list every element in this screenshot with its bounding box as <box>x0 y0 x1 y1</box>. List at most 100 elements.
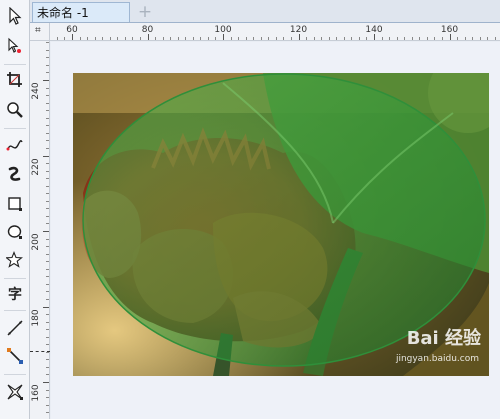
ruler-tick <box>46 110 49 112</box>
ruler-tick <box>46 314 49 316</box>
ruler-tick <box>46 404 49 406</box>
artistic-media-icon[interactable] <box>3 162 27 186</box>
ruler-tick <box>464 37 466 40</box>
ruler-tick <box>46 178 49 180</box>
ruler-tick <box>313 37 315 40</box>
ruler-tick <box>46 147 49 149</box>
ruler-tick <box>46 57 49 59</box>
horizontal-ruler-label: 60 <box>66 25 78 35</box>
ruler-tick <box>46 359 49 361</box>
ruler-tick <box>94 37 96 40</box>
ruler-tick <box>321 37 323 40</box>
vertical-ruler-label: 160 <box>31 384 41 402</box>
ruler-tick <box>46 336 49 338</box>
horizontal-ruler-label: 100 <box>214 25 232 35</box>
ruler-tick <box>46 253 49 255</box>
ruler-tick <box>46 261 49 263</box>
plus-icon[interactable]: + <box>136 2 154 22</box>
ruler-tick <box>64 37 66 40</box>
ruler-tick <box>117 37 119 40</box>
ruler-tick <box>192 37 194 40</box>
ruler-tick <box>46 238 49 240</box>
lotus-photo[interactable]: Bai 经验 jingyan.baidu.com <box>73 73 489 376</box>
shape-tool-icon[interactable] <box>3 34 27 58</box>
pick-tool-icon[interactable] <box>3 4 27 28</box>
ruler-tick <box>56 37 58 40</box>
ruler-tick <box>46 223 49 225</box>
ruler-tick <box>200 37 202 40</box>
ruler-tick <box>109 37 111 40</box>
ruler-tick <box>207 37 209 40</box>
ruler-tick <box>46 140 49 142</box>
ruler-tick <box>46 125 49 127</box>
dimension-tool-icon[interactable] <box>3 316 27 340</box>
ruler-tick <box>290 37 292 40</box>
ruler-tick <box>46 185 49 187</box>
ruler-tick <box>46 64 49 66</box>
ellipse-tool-icon[interactable] <box>3 220 27 244</box>
ruler-tick <box>43 155 49 157</box>
polygon-tool-icon[interactable] <box>3 248 27 272</box>
ruler-tick <box>43 80 49 81</box>
ruler-origin-icon[interactable]: ⌗ <box>30 23 50 41</box>
crop-tool-icon[interactable] <box>3 68 27 92</box>
rectangle-tool-icon[interactable] <box>3 192 27 216</box>
ruler-tick <box>404 37 406 40</box>
ruler-tick <box>46 412 49 414</box>
horizontal-ruler-label: 160 <box>440 25 459 35</box>
zoom-tool-icon[interactable] <box>3 98 27 122</box>
ruler-tick <box>46 344 49 346</box>
ruler-tick <box>472 37 474 40</box>
ruler-tick <box>479 37 481 40</box>
ruler-tick <box>336 37 338 40</box>
ruler-tick <box>124 37 126 40</box>
ruler-tick <box>46 276 49 278</box>
ruler-tick <box>283 37 285 40</box>
interactive-effect-icon[interactable] <box>3 380 27 404</box>
ruler-tick <box>389 37 391 40</box>
ruler-tick <box>487 37 489 40</box>
freehand-tool-icon[interactable] <box>3 134 27 158</box>
ruler-tick <box>46 193 49 195</box>
ruler-tick <box>46 374 49 376</box>
ruler-tick <box>46 268 49 270</box>
ruler-tick <box>396 37 398 40</box>
text-tool-icon[interactable]: 字 <box>3 282 27 306</box>
horizontal-ruler-label: 80 <box>141 25 154 35</box>
vertical-ruler[interactable]: 240 220 200 180 160 <box>30 41 50 419</box>
green-ellipse[interactable] <box>82 73 486 367</box>
ruler-tick <box>46 246 49 248</box>
watermark-brand: Bai 经验 <box>406 328 481 349</box>
horizontal-ruler-label: 140 <box>365 25 383 35</box>
ruler-tick <box>275 37 277 40</box>
ruler-tick <box>245 37 247 40</box>
ruler-tick <box>238 37 240 40</box>
ruler-tick <box>46 389 49 391</box>
ruler-tick <box>46 87 49 89</box>
ruler-tick <box>441 37 443 40</box>
ruler-tick <box>494 37 496 40</box>
ruler-tick <box>260 37 262 40</box>
ruler-tick <box>132 37 134 40</box>
toolbox: 字 <box>0 0 30 419</box>
ruler-tick <box>46 397 49 399</box>
ruler-tick <box>46 321 49 323</box>
connector-tool-icon[interactable] <box>3 344 27 368</box>
ruler-tick <box>215 37 217 40</box>
document-tab[interactable]: 未命名 -1 <box>32 2 130 22</box>
text-tool-label: 字 <box>8 287 22 303</box>
ruler-tick <box>79 37 81 40</box>
ruler-tick <box>46 366 49 368</box>
document-tab-title: 未命名 -1 <box>37 6 89 20</box>
ruler-tick <box>46 102 49 104</box>
ruler-tick <box>46 329 49 331</box>
ruler-tick <box>170 37 172 40</box>
guide-marker <box>30 351 50 352</box>
ruler-tick <box>87 37 89 40</box>
drawing-canvas[interactable]: Bai 经验 jingyan.baidu.com <box>51 42 500 419</box>
horizontal-ruler[interactable]: 60 80 100 120 140 160 <box>50 23 500 41</box>
ruler-tick <box>426 37 428 40</box>
ruler-tick <box>139 37 141 40</box>
ruler-tick <box>46 72 49 74</box>
ruler-tick <box>46 200 49 202</box>
